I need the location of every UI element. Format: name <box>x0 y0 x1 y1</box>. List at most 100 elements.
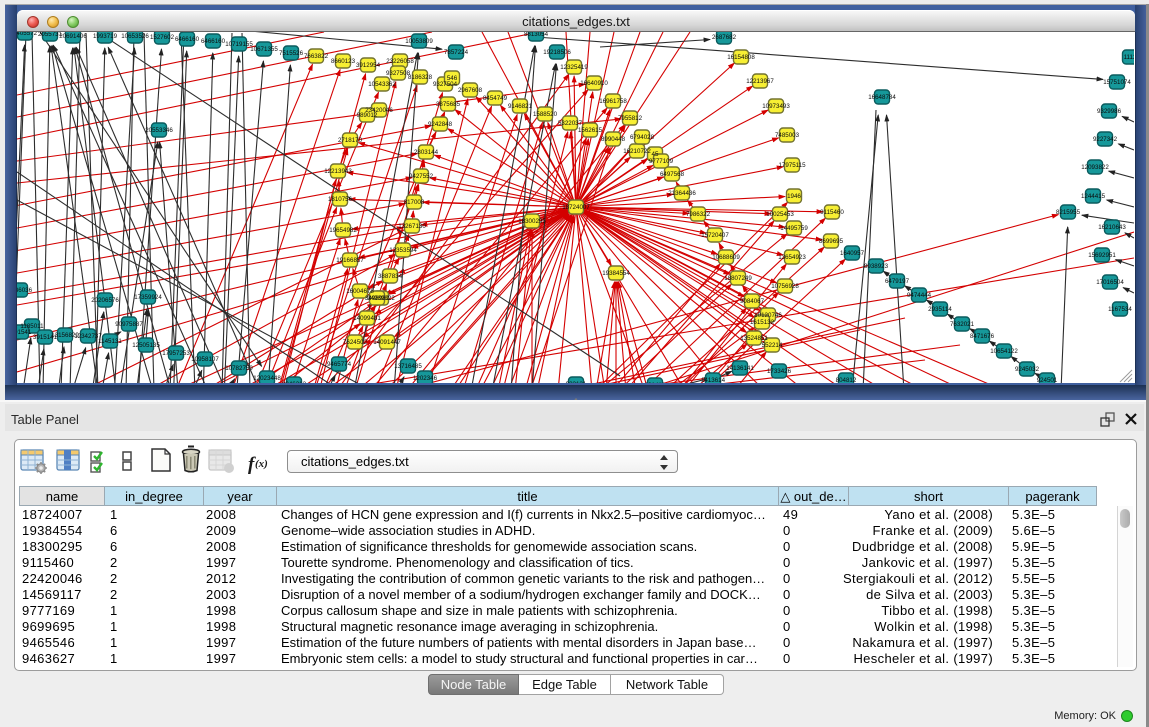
svg-text:10120746: 10120746 <box>754 312 782 319</box>
svg-text:7955812: 7955812 <box>618 115 643 122</box>
svg-text:1145131: 1145131 <box>98 338 122 345</box>
svg-text:17016504: 17016504 <box>1096 279 1124 286</box>
svg-text:16210722: 16210722 <box>623 148 651 155</box>
svg-text:14495759: 14495759 <box>780 225 808 232</box>
svg-text:12023448: 12023448 <box>253 375 281 382</box>
svg-text:2803144: 2803144 <box>414 149 439 156</box>
svg-text:15692951: 15692951 <box>1088 252 1116 259</box>
svg-text:8215955: 8215955 <box>1056 209 1081 216</box>
svg-text:90975887: 90975887 <box>115 321 143 328</box>
svg-text:1562615: 1562615 <box>578 127 603 134</box>
svg-text:8471676: 8471676 <box>970 333 995 340</box>
svg-text:6497568: 6497568 <box>660 171 685 178</box>
svg-text:16648784: 16648784 <box>868 94 896 101</box>
svg-text:2687682: 2687682 <box>712 34 737 41</box>
svg-text:13524851: 13524851 <box>740 335 768 342</box>
svg-text:10719155: 10719155 <box>225 41 253 48</box>
svg-text:1202346: 1202346 <box>413 375 438 382</box>
svg-text:7632021: 7632021 <box>950 321 975 328</box>
svg-text:552214: 552214 <box>762 342 783 349</box>
svg-text:14091447: 14091447 <box>373 339 401 346</box>
svg-text:16210643: 16210643 <box>1098 224 1126 231</box>
svg-text:7663822: 7663822 <box>304 53 329 60</box>
svg-text:7485003: 7485003 <box>775 132 800 139</box>
svg-text:10756928: 10756928 <box>771 283 799 290</box>
svg-text:831412: 831412 <box>645 382 666 383</box>
svg-text:13267130: 13267130 <box>398 223 426 230</box>
svg-text:2967608: 2967608 <box>458 87 483 94</box>
svg-text:6479197: 6479197 <box>885 278 910 285</box>
svg-text:10653526: 10653526 <box>121 33 149 40</box>
svg-text:16640910: 16640910 <box>580 80 608 87</box>
svg-text:12213943: 12213943 <box>324 168 352 175</box>
svg-text:1167534: 1167534 <box>1108 306 1132 313</box>
svg-text:20691406: 20691406 <box>59 33 87 40</box>
svg-text:9115460: 9115460 <box>820 209 844 216</box>
svg-text:6466160: 6466160 <box>201 38 226 45</box>
svg-text:9245032: 9245032 <box>1015 366 1040 373</box>
svg-text:2636036: 2636036 <box>17 287 33 294</box>
svg-text:924501: 924501 <box>1037 377 1058 383</box>
svg-text:10782759: 10782759 <box>225 365 253 372</box>
svg-text:7624502: 7624502 <box>343 339 368 346</box>
svg-text:3875685: 3875685 <box>436 101 461 108</box>
svg-text:19166857: 19166857 <box>336 257 364 264</box>
svg-text:9084067: 9084067 <box>740 298 765 305</box>
svg-text:1413614: 1413614 <box>701 377 726 383</box>
svg-text:7986322: 7986322 <box>686 211 711 218</box>
svg-text:2935114: 2935114 <box>928 306 952 313</box>
svg-text:12353594: 12353594 <box>389 247 417 254</box>
svg-text:8454749: 8454749 <box>483 95 508 102</box>
svg-text:(x): (x) <box>255 458 268 470</box>
svg-text:1527602: 1527602 <box>150 34 175 41</box>
svg-text:804812: 804812 <box>836 377 857 383</box>
svg-text:546: 546 <box>447 75 458 82</box>
svg-text:21364436: 21364436 <box>668 190 696 197</box>
svg-text:17957253: 17957253 <box>162 350 190 357</box>
svg-text:18807249: 18807249 <box>724 275 752 282</box>
svg-text:10025453: 10025453 <box>766 211 794 218</box>
svg-text:45: 45 <box>652 151 659 158</box>
svg-text:1993719: 1993719 <box>93 33 118 40</box>
svg-text:989012: 989012 <box>357 112 378 119</box>
svg-text:1640957: 1640957 <box>840 250 865 257</box>
svg-text:12505135: 12505135 <box>132 342 160 349</box>
svg-text:13654923: 13654923 <box>778 254 806 261</box>
svg-text:13716485: 13716485 <box>394 363 422 370</box>
svg-text:7857224: 7857224 <box>444 49 469 56</box>
svg-text:8938923: 8938923 <box>864 263 889 270</box>
svg-text:817008: 817008 <box>404 199 425 206</box>
svg-text:8813054: 8813054 <box>524 32 549 38</box>
svg-text:1733426: 1733426 <box>767 368 792 375</box>
svg-text:12325419: 12325419 <box>560 64 588 71</box>
svg-text:18724007: 18724007 <box>562 204 590 211</box>
svg-text:9327504: 9327504 <box>433 81 458 88</box>
svg-text:7515526: 7515526 <box>279 50 304 57</box>
svg-text:1112: 1112 <box>1124 54 1134 61</box>
svg-text:1588520: 1588520 <box>533 111 558 118</box>
svg-text:1946: 1946 <box>787 193 801 200</box>
svg-text:9146821: 9146821 <box>508 103 533 110</box>
svg-text:12213967: 12213967 <box>746 78 774 85</box>
svg-text:9777109: 9777109 <box>649 158 674 165</box>
svg-text:2405572: 2405572 <box>17 32 38 37</box>
svg-text:19654982: 19654982 <box>329 227 357 234</box>
svg-text:5322037: 5322037 <box>558 120 583 127</box>
svg-text:922121: 922121 <box>566 381 587 383</box>
svg-text:16961758: 16961758 <box>599 98 627 105</box>
svg-text:9427552: 9427552 <box>409 173 434 180</box>
svg-text:10958107: 10958107 <box>191 356 219 363</box>
svg-text:6466160: 6466160 <box>175 36 200 43</box>
svg-text:10973493: 10973493 <box>762 103 790 110</box>
svg-text:1810756: 1810756 <box>328 196 353 203</box>
svg-text:10543362: 10543362 <box>368 81 396 88</box>
svg-text:8186328: 8186328 <box>408 74 433 81</box>
svg-text:8660123: 8660123 <box>331 58 356 65</box>
svg-text:391541: 391541 <box>17 329 32 336</box>
svg-text:9329986: 9329986 <box>1097 108 1122 115</box>
svg-text:6794028: 6794028 <box>630 134 655 141</box>
svg-text:14099481: 14099481 <box>353 315 381 322</box>
svg-text:20206576: 20206576 <box>91 297 119 304</box>
svg-text:19218506: 19218506 <box>543 49 571 56</box>
svg-text:9474444: 9474444 <box>907 292 932 299</box>
